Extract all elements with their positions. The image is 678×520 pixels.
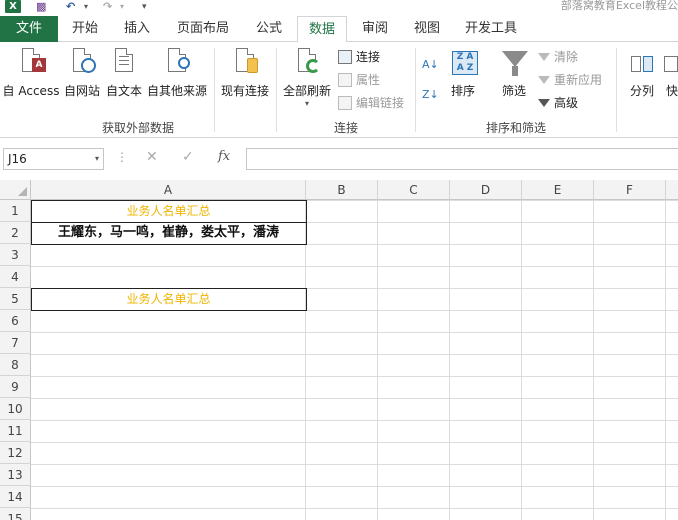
filter-button[interactable]: 筛选 [496, 48, 532, 99]
undo-icon[interactable]: ↶ [66, 0, 75, 14]
advanced-filter-icon [538, 98, 550, 107]
formula-bar: J16 ▾ ⋮ ✕ ✓ fx [0, 146, 678, 172]
column-header-b[interactable]: B [306, 180, 378, 200]
formula-input[interactable] [246, 148, 678, 170]
cell-a2[interactable]: 王耀东，马一鸣，崔静，娄太平，潘涛 [31, 222, 306, 244]
tab-view[interactable]: 视图 [404, 16, 450, 42]
column-header-d[interactable]: D [450, 180, 522, 200]
tab-file[interactable]: 文件 [0, 16, 58, 42]
column-header-c[interactable]: C [378, 180, 450, 200]
reapply-button[interactable]: 重新应用 [538, 71, 602, 89]
from-text-button[interactable]: 自文本 [104, 48, 144, 99]
cells-area[interactable] [306, 200, 678, 520]
quick-access-toolbar: X ▩ ↶ ▾ ↷ ▾ ▾ 部落窝教育Excel教程公 [0, 0, 678, 16]
tab-data[interactable]: 数据 [297, 16, 347, 43]
advanced-filter-button[interactable]: 高级 [538, 94, 578, 112]
sort-icon: Z AA Z [450, 48, 478, 78]
select-all-corner[interactable] [0, 180, 31, 200]
window-title: 部落窝教育Excel教程公 [560, 0, 678, 12]
tab-page-layout[interactable]: 页面布局 [166, 16, 240, 42]
existing-connections-button[interactable]: 现有连接 [218, 48, 272, 99]
reapply-icon [538, 75, 550, 84]
flash-fill-button[interactable]: 快 [662, 48, 678, 99]
column-a-cells[interactable] [31, 200, 306, 520]
sort-descending-button[interactable]: Z↓ [422, 86, 439, 104]
row-header-10[interactable]: 10 [0, 398, 31, 420]
redo-icon[interactable]: ↷ [103, 0, 112, 14]
row-header-14[interactable]: 14 [0, 486, 31, 508]
row-header-4[interactable]: 4 [0, 266, 31, 288]
row-header-7[interactable]: 7 [0, 332, 31, 354]
customize-toolbar-icon[interactable]: ▾ [142, 0, 147, 14]
globe-icon [69, 48, 96, 78]
tab-insert[interactable]: 插入 [114, 16, 160, 42]
sort-filter-group-label: 排序和筛选 [485, 121, 546, 135]
from-other-sources-button[interactable]: 自其他来源 [146, 48, 208, 99]
name-box-dropdown-icon[interactable]: ▾ [95, 149, 99, 169]
row-header-2[interactable]: 2 [0, 222, 31, 244]
column-header-a[interactable]: A [31, 180, 306, 200]
other-sources-icon [164, 48, 190, 78]
ribbon: A 自 Access 自网站 自文本 自其他来源 现有连接 获取外部数据 全部刷… [0, 42, 678, 138]
row-header-9[interactable]: 9 [0, 376, 31, 398]
save-icon[interactable]: ▩ [36, 0, 46, 14]
ribbon-tabs: 文件 开始 插入 页面布局 公式 数据 审阅 视图 开发工具 [0, 16, 678, 43]
access-icon: A [18, 48, 46, 78]
refresh-all-button[interactable]: 全部刷新 ▾ [280, 48, 334, 108]
edit-links-button[interactable]: 编辑链接 [338, 94, 404, 112]
sort-ascending-button[interactable]: A↓ [422, 56, 439, 74]
connections-button[interactable]: 连接 [338, 48, 380, 66]
clear-filter-icon [538, 52, 550, 61]
edit-links-icon [338, 95, 352, 110]
tab-review[interactable]: 审阅 [352, 16, 398, 42]
tab-formulas[interactable]: 公式 [246, 16, 292, 42]
connections-group-label: 连接 [333, 121, 358, 135]
properties-button[interactable]: 属性 [338, 71, 380, 89]
column-header-e[interactable]: E [522, 180, 594, 200]
column-header-f[interactable]: F [594, 180, 666, 200]
sort-descending-icon: Z↓ [422, 88, 439, 101]
column-header-g[interactable] [666, 180, 678, 200]
sort-ascending-icon: A↓ [422, 58, 439, 71]
insert-function-icon[interactable]: fx [218, 149, 230, 164]
formula-bar-grip-icon[interactable]: ⋮ [116, 150, 128, 164]
redo-dropdown-icon[interactable]: ▾ [120, 0, 124, 14]
tab-developer[interactable]: 开发工具 [456, 16, 526, 42]
excel-logo-icon: X [5, 0, 21, 13]
undo-dropdown-icon[interactable]: ▾ [84, 0, 88, 14]
get-external-data-group-label: 获取外部数据 [101, 121, 174, 135]
group-separator [616, 48, 617, 132]
refresh-dropdown-icon[interactable]: ▾ [280, 99, 334, 108]
filter-funnel-icon [501, 48, 528, 78]
connections-icon [338, 49, 352, 64]
from-access-button[interactable]: A 自 Access [2, 48, 60, 99]
flash-fill-icon [662, 48, 678, 78]
row-header-8[interactable]: 8 [0, 354, 31, 376]
cell-a5[interactable]: 业务人名单汇总 [31, 288, 306, 310]
refresh-icon [294, 48, 320, 78]
text-to-columns-button[interactable]: 分列 [624, 48, 660, 99]
existing-connections-icon [232, 48, 258, 78]
row-header-5[interactable]: 5 [0, 288, 31, 310]
tab-home[interactable]: 开始 [62, 16, 108, 42]
row-header-12[interactable]: 12 [0, 442, 31, 464]
text-file-icon [111, 48, 137, 78]
name-box[interactable]: J16 ▾ [3, 148, 104, 170]
from-web-button[interactable]: 自网站 [62, 48, 102, 99]
cell-a1[interactable]: 业务人名单汇总 [31, 200, 306, 222]
row-header-13[interactable]: 13 [0, 464, 31, 486]
clear-filter-button[interactable]: 清除 [538, 48, 578, 66]
properties-icon [338, 72, 352, 87]
sort-button[interactable]: Z AA Z 排序 [446, 48, 480, 99]
row-header-11[interactable]: 11 [0, 420, 31, 442]
text-to-columns-icon [629, 48, 655, 78]
enter-check-icon[interactable]: ✓ [182, 149, 194, 165]
row-header-6[interactable]: 6 [0, 310, 31, 332]
cancel-icon[interactable]: ✕ [146, 149, 158, 165]
row-header-3[interactable]: 3 [0, 244, 31, 266]
worksheet-grid: A B C D E F 1 2 3 4 5 6 7 8 9 10 11 12 1… [0, 180, 678, 520]
row-header-1[interactable]: 1 [0, 200, 31, 222]
row-header-15[interactable]: 15 [0, 508, 31, 520]
